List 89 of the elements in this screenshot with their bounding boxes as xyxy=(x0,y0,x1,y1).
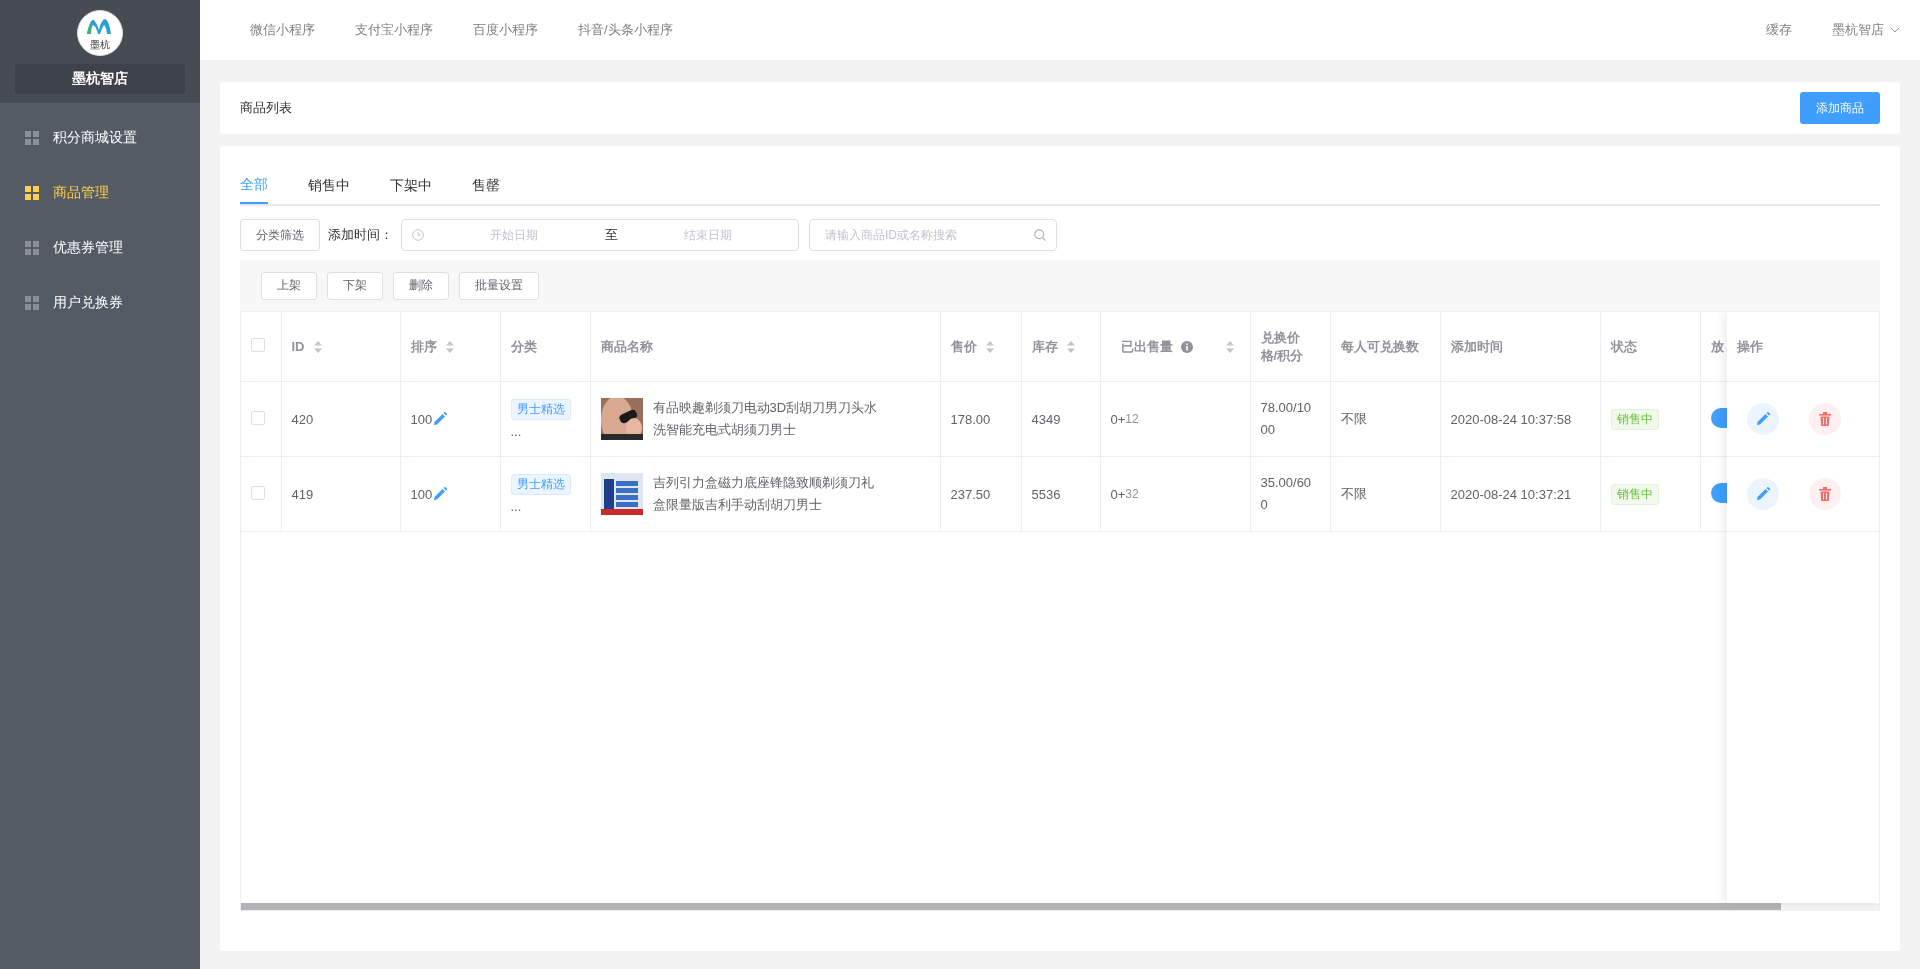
status-tag: 销售中 xyxy=(1610,408,1659,430)
edit-icon xyxy=(433,412,448,426)
horizontal-scrollbar[interactable] xyxy=(241,903,1879,910)
status-tag: 销售中 xyxy=(1610,483,1659,505)
column-header: 添加时间 xyxy=(1450,337,1503,356)
logo: 墨杭 xyxy=(77,10,123,56)
grid-icon xyxy=(25,130,39,145)
product-name: 有品映趣剃须刀电动3D刮胡刀男刀头水洗智能充电式胡须刀男士 xyxy=(652,399,879,439)
mini-program-link[interactable]: 抖音/头条小程序 xyxy=(578,21,673,39)
tab[interactable]: 下架中 xyxy=(390,168,448,204)
bulk-action-button[interactable]: 上架 xyxy=(261,271,317,300)
checkbox[interactable] xyxy=(251,410,265,425)
exchange-price-text: 35.00/600 xyxy=(1260,475,1312,512)
more-text: ... xyxy=(510,424,522,439)
added-time-text: 2020-08-24 10:37:58 xyxy=(1450,411,1572,427)
limit-text: 不限 xyxy=(1340,411,1367,426)
chevron-down-icon xyxy=(1890,27,1900,33)
price-text: 237.50 xyxy=(950,486,991,502)
sold-base-text: 0+ xyxy=(1110,486,1126,502)
sort-icon xyxy=(1224,339,1235,354)
bulk-action-button[interactable]: 删除 xyxy=(393,271,449,300)
store-name: 墨杭智店 xyxy=(15,64,185,94)
mini-program-link[interactable]: 百度小程序 xyxy=(473,21,538,39)
sort-icon xyxy=(312,339,323,354)
date-label: 添加时间： xyxy=(328,226,393,244)
pencil-icon xyxy=(1756,412,1770,426)
column-header: 库存 xyxy=(1031,337,1058,356)
edit-button[interactable] xyxy=(1747,403,1779,435)
account-menu[interactable]: 墨杭智店 xyxy=(1832,21,1900,39)
edit-button[interactable] xyxy=(1747,478,1779,510)
column-header: ID xyxy=(291,339,305,354)
cache-link[interactable]: 缓存 xyxy=(1766,21,1792,39)
sidebar-item[interactable]: 用户兑换券 xyxy=(0,275,200,330)
category-filter-button[interactable]: 分类筛选 xyxy=(240,219,320,251)
bulk-action-button[interactable]: 下架 xyxy=(327,271,383,300)
sidebar-item[interactable]: 积分商城设置 xyxy=(0,110,200,165)
sold-base-text: 0+ xyxy=(1110,411,1126,427)
pencil-icon xyxy=(1756,487,1770,501)
column-header: 每人可兑换数 xyxy=(1340,337,1419,356)
id-text: 419 xyxy=(291,486,314,502)
column-header: 分类 xyxy=(510,337,537,356)
sort-value: 100 xyxy=(410,486,433,502)
column-header: 放 xyxy=(1710,337,1724,356)
sort-value: 100 xyxy=(410,411,433,427)
sort-icon xyxy=(1065,339,1076,354)
id-text: 420 xyxy=(291,411,314,427)
checkbox[interactable] xyxy=(251,338,265,352)
exchange-price-text: 78.00/1000 xyxy=(1260,400,1312,437)
price-text: 178.00 xyxy=(950,411,991,427)
column-header: 商品名称 xyxy=(600,337,653,356)
product-name: 吉列引力盒磁力底座锋隐致顺剃须刀礼盒限量版吉利手动刮胡刀男士 xyxy=(652,474,875,514)
limit-text: 不限 xyxy=(1340,486,1367,501)
grid-icon xyxy=(25,240,39,255)
sold-extra-text: 32 xyxy=(1125,487,1139,501)
sidebar-item[interactable]: 商品管理 xyxy=(0,165,200,220)
sort-icon xyxy=(984,339,995,354)
sold-extra-text: 12 xyxy=(1125,412,1139,426)
checkbox[interactable] xyxy=(251,485,265,500)
column-header: 售价 xyxy=(950,337,977,356)
column-header: 状态 xyxy=(1610,337,1637,356)
grid-icon xyxy=(25,185,39,200)
tab[interactable]: 售罄 xyxy=(472,168,516,204)
clock-icon xyxy=(412,229,424,241)
column-header: 已出售量 xyxy=(1120,337,1173,356)
delete-button[interactable] xyxy=(1809,403,1841,435)
stock-text: 4349 xyxy=(1031,411,1061,427)
edit-icon xyxy=(433,487,448,501)
trash-icon xyxy=(1818,487,1832,501)
mini-program-link[interactable]: 支付宝小程序 xyxy=(355,21,433,39)
category-tag: 男士精选 xyxy=(510,474,571,495)
bulk-action-button[interactable]: 批量设置 xyxy=(459,271,539,300)
search-icon xyxy=(1034,229,1046,241)
column-header: 兑换价格/积分 xyxy=(1260,328,1305,365)
mini-program-link[interactable]: 微信小程序 xyxy=(250,21,315,39)
sort-icon xyxy=(444,339,455,354)
delete-button[interactable] xyxy=(1809,478,1841,510)
page-title: 商品列表 xyxy=(240,99,292,117)
info-icon xyxy=(1180,340,1193,353)
more-text: ... xyxy=(510,499,522,514)
grid-icon xyxy=(25,295,39,310)
category-tag: 男士精选 xyxy=(510,399,571,420)
date-range-field[interactable]: 开始日期 至 结束日期 xyxy=(401,219,799,251)
column-header: 操作 xyxy=(1727,312,1879,382)
sidebar-item[interactable]: 优惠券管理 xyxy=(0,220,200,275)
tab[interactable]: 销售中 xyxy=(308,168,366,204)
trash-icon xyxy=(1818,412,1832,426)
column-header: 排序 xyxy=(410,337,437,356)
stock-text: 5536 xyxy=(1031,486,1061,502)
added-time-text: 2020-08-24 10:37:21 xyxy=(1450,486,1572,502)
